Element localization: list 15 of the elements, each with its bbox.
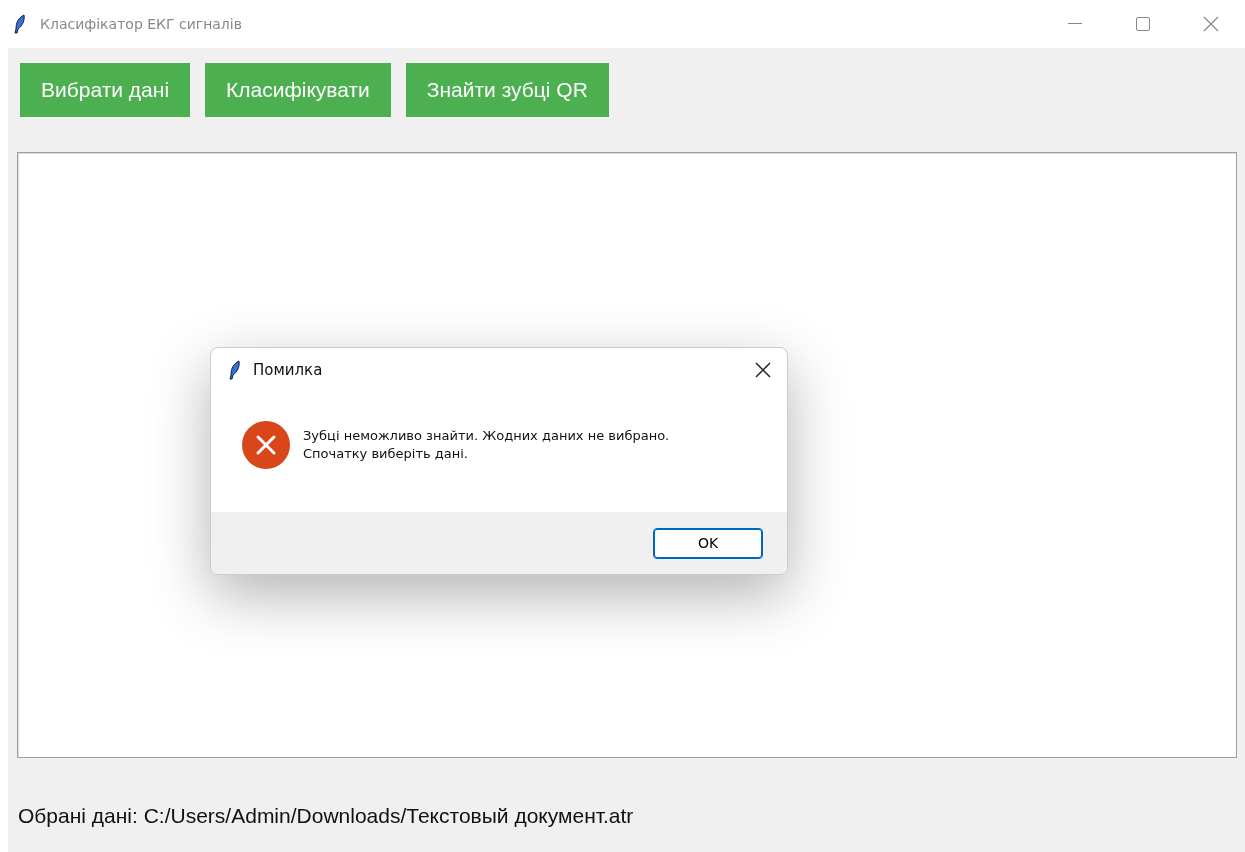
- selected-data-label: Обрані дані: C:/Users/Admin/Downloads/Текстовый документ.atr: [18, 804, 635, 828]
- ok-button[interactable]: OK: [653, 527, 763, 559]
- dialog-title: Помилка: [253, 361, 323, 379]
- error-message: Зубці неможливо знайти. Жодних даних не вибрано. Спочатку виберіть дані.: [303, 426, 670, 463]
- action-button[interactable]: Знайти зубці QR: [405, 63, 609, 117]
- window-title: Класифікатор ЕКГ сигналів: [40, 16, 242, 32]
- minimize-icon: [1068, 23, 1082, 25]
- close-icon: [755, 362, 771, 378]
- action-button[interactable]: Класифікувати: [205, 63, 391, 117]
- close-icon: [1203, 16, 1219, 32]
- maximize-icon: [1136, 17, 1150, 31]
- error-icon: [241, 420, 291, 470]
- feather-icon: [14, 14, 26, 34]
- feather-icon: [229, 360, 241, 380]
- action-button[interactable]: Вибрати дані: [20, 63, 191, 117]
